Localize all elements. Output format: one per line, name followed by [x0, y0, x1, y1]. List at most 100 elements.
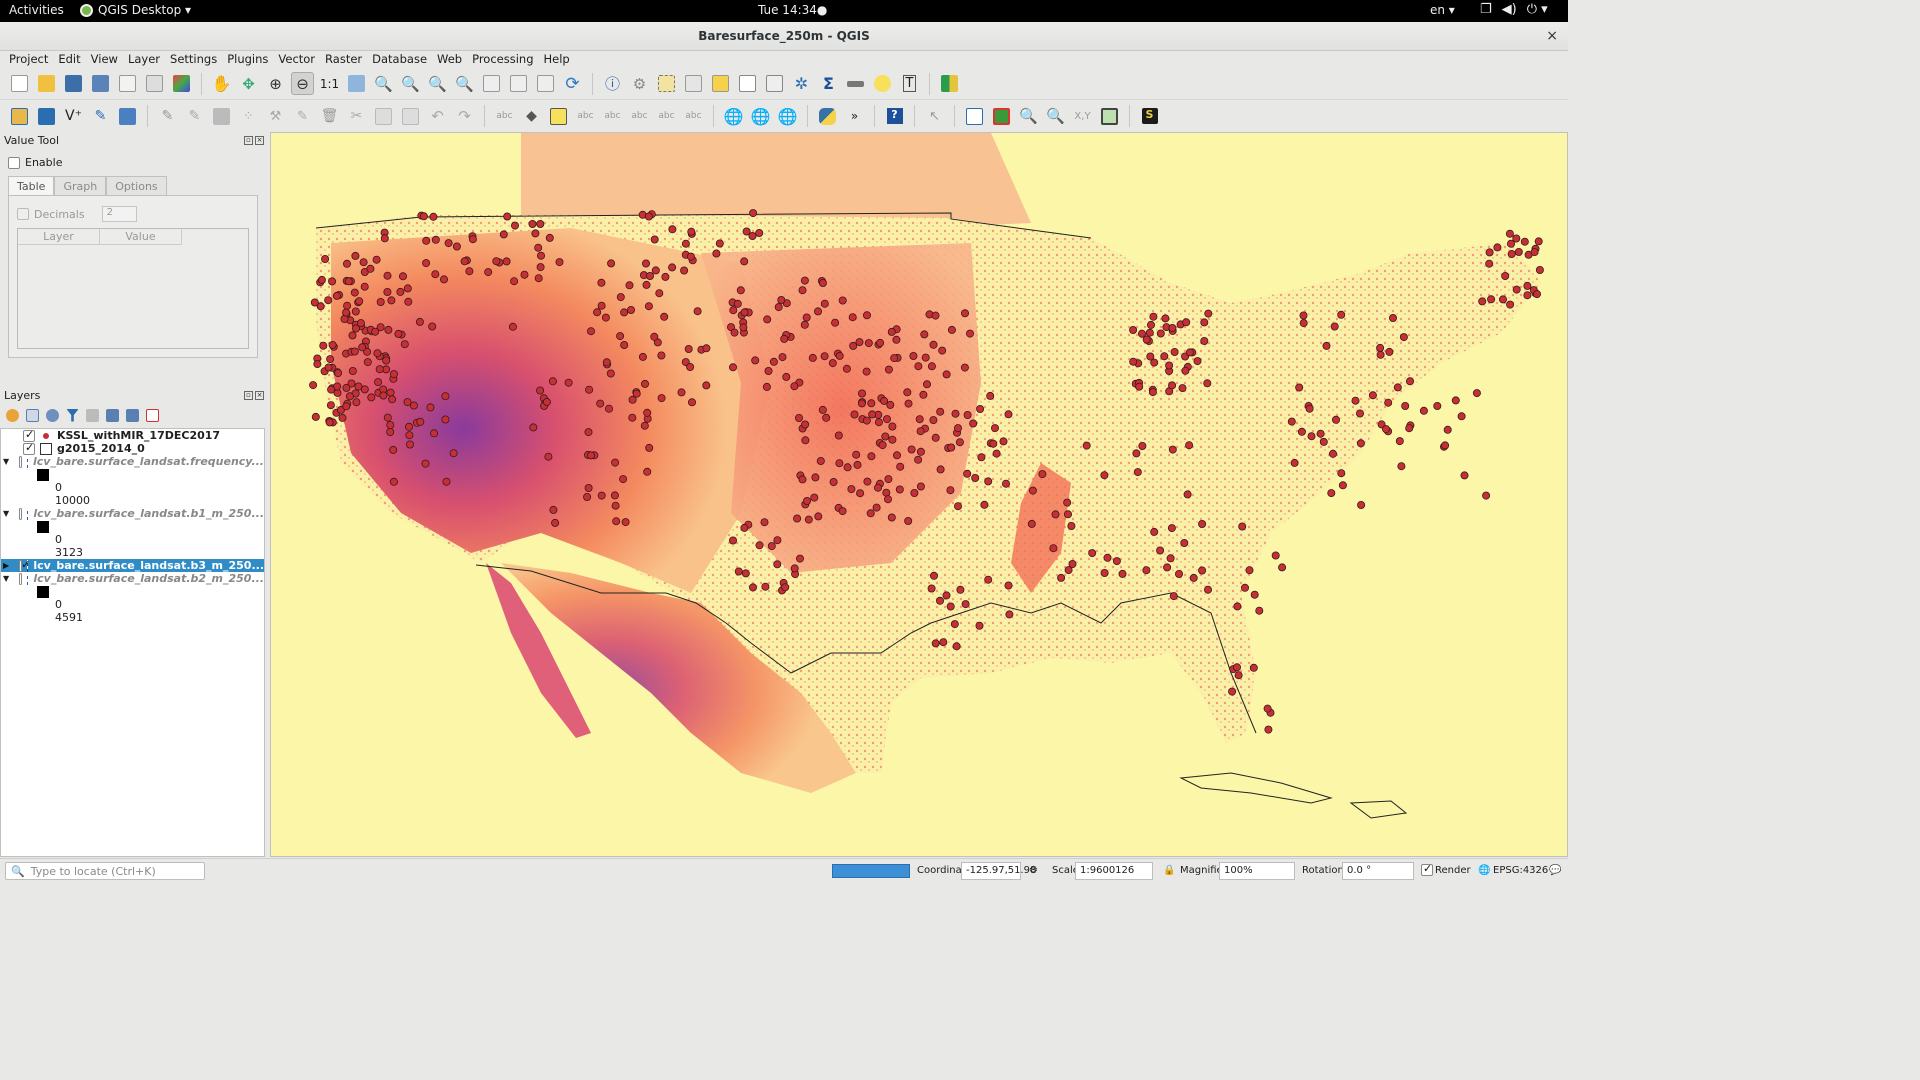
magnifier-spinbox[interactable]: 100%: [1219, 862, 1295, 880]
label-tool-button[interactable]: abc: [493, 105, 516, 128]
menu-layer[interactable]: Layer: [123, 51, 165, 68]
filter-expression-icon[interactable]: [86, 408, 99, 422]
messages-icon[interactable]: 💬: [1549, 865, 1561, 876]
toolbox-button[interactable]: ✲: [790, 72, 813, 95]
add-wcs-button[interactable]: 🌐: [749, 105, 772, 128]
style-manager-button[interactable]: [170, 72, 193, 95]
modify-attributes-button[interactable]: ✎: [291, 105, 314, 128]
attribute-table-button[interactable]: [736, 72, 759, 95]
new-bookmark-button[interactable]: [507, 72, 530, 95]
map-canvas[interactable]: [270, 132, 1568, 857]
save-as-button[interactable]: [89, 72, 112, 95]
rotate-label-button[interactable]: abc: [655, 105, 678, 128]
refresh-button[interactable]: ⟳: [561, 72, 584, 95]
zoom-native-button[interactable]: 1:1: [318, 72, 341, 95]
coordinate-capture-button[interactable]: X,Y: [1071, 105, 1094, 128]
crs-label[interactable]: EPSG:4326: [1493, 865, 1548, 876]
new-shapefile-button[interactable]: V⁺: [62, 105, 85, 128]
layer-visibility-checkbox[interactable]: [19, 455, 22, 468]
text-annotation-button[interactable]: T: [898, 72, 921, 95]
crs-globe-icon[interactable]: 🌐: [1478, 865, 1490, 876]
zoom-tool-button[interactable]: 🔍: [1017, 105, 1040, 128]
add-wms-button[interactable]: 🌐: [722, 105, 745, 128]
new-map-view-button[interactable]: [480, 72, 503, 95]
enable-checkbox-row[interactable]: Enable: [8, 156, 62, 169]
pan-button[interactable]: ✋: [210, 72, 233, 95]
collapse-arrow-icon[interactable]: ▼: [3, 457, 9, 466]
layer-styling-icon[interactable]: [6, 408, 19, 422]
highlight-labels-button[interactable]: [547, 105, 570, 128]
paste-button[interactable]: [399, 105, 422, 128]
run-feature-action-button[interactable]: ⚙: [628, 72, 651, 95]
menu-edit[interactable]: Edit: [53, 51, 85, 68]
pan-to-selection-button[interactable]: ✥: [237, 72, 260, 95]
change-label-button[interactable]: abc: [682, 105, 705, 128]
menu-database[interactable]: Database: [367, 51, 432, 68]
collapse-all-icon[interactable]: [126, 408, 139, 422]
redo-button[interactable]: ↷: [453, 105, 476, 128]
close-dock-icon[interactable]: ×: [255, 390, 264, 400]
tab-graph[interactable]: Graph: [54, 176, 107, 196]
field-calculator-button[interactable]: [763, 72, 786, 95]
menu-raster[interactable]: Raster: [320, 51, 367, 68]
layer-labeling-button[interactable]: ◆: [520, 105, 543, 128]
collapse-arrow-icon[interactable]: ▼: [3, 574, 9, 583]
cut-button[interactable]: ✂: [345, 105, 368, 128]
close-window-button[interactable]: ×: [1546, 22, 1558, 51]
select-by-value-button[interactable]: [682, 72, 705, 95]
move-label-button[interactable]: abc: [628, 105, 651, 128]
more-tools-button[interactable]: »: [843, 105, 866, 128]
extent-button[interactable]: [1098, 105, 1121, 128]
zoom-next-button[interactable]: 🔍: [453, 72, 476, 95]
s-plugin-button[interactable]: S: [1138, 105, 1161, 128]
whats-this-button[interactable]: ↖: [923, 105, 946, 128]
lock-icon[interactable]: 🔒: [1163, 865, 1175, 876]
remove-layer-icon[interactable]: [146, 408, 159, 422]
collapse-arrow-icon[interactable]: ▼: [3, 509, 9, 518]
zoom-tool-2-button[interactable]: 🔍: [1044, 105, 1067, 128]
layer-visibility-checkbox[interactable]: [19, 559, 30, 572]
language-indicator[interactable]: en ▾: [1430, 3, 1455, 17]
layer-visibility-checkbox[interactable]: [19, 572, 23, 585]
tab-table[interactable]: Table: [8, 176, 55, 196]
scale-combo[interactable]: 1:9600126: [1075, 862, 1153, 880]
menu-project[interactable]: Project: [4, 51, 53, 68]
volume-icon[interactable]: ◀): [1502, 2, 1517, 17]
shape-digitize-button[interactable]: [990, 105, 1013, 128]
expand-all-icon[interactable]: [106, 408, 119, 422]
layer-row[interactable]: g2015_2014_0: [1, 442, 264, 455]
coordinate-field[interactable]: -125.97,51.98: [961, 862, 1036, 880]
toggle-editing-button[interactable]: ✎: [183, 105, 206, 128]
new-project-button[interactable]: [8, 72, 31, 95]
python-console-button[interactable]: [816, 105, 839, 128]
layer-row[interactable]: ▼ lcv_bare.surface_landsat.frequency...: [1, 455, 264, 468]
locator-search[interactable]: 🔍 Type to locate (Ctrl+K): [5, 862, 205, 880]
select-features-button[interactable]: [655, 72, 678, 95]
zoom-full-button[interactable]: [345, 72, 368, 95]
close-dock-icon[interactable]: ×: [255, 135, 264, 145]
zoom-in-button[interactable]: ⊕: [264, 72, 287, 95]
system-tray[interactable]: ❐ ◀) ⏻ ▾: [1480, 2, 1548, 17]
statistics-button[interactable]: Σ: [817, 72, 840, 95]
decimals-spinbox[interactable]: 2: [101, 206, 137, 222]
zoom-out-button[interactable]: ⊖: [291, 72, 314, 95]
window-icon[interactable]: ❐: [1480, 2, 1492, 17]
filter-icon[interactable]: [66, 408, 79, 422]
manage-themes-icon[interactable]: [46, 408, 59, 422]
enable-checkbox[interactable]: [8, 156, 20, 169]
save-edits-button[interactable]: [210, 105, 233, 128]
layer-row-selected[interactable]: ▶ lcv_bare.surface_landsat.b3_m_250...: [1, 559, 264, 572]
layer-visibility-checkbox[interactable]: [19, 507, 23, 520]
new-print-layout-button[interactable]: [116, 72, 139, 95]
layer-row[interactable]: ▼ lcv_bare.surface_landsat.b2_m_250...: [1, 572, 264, 585]
menu-help[interactable]: Help: [539, 51, 575, 68]
toggle-extents-icon[interactable]: ⚙: [1029, 865, 1038, 876]
pin-labels-button[interactable]: abc: [574, 105, 597, 128]
float-dock-icon[interactable]: ▫: [244, 135, 253, 145]
delete-selected-button[interactable]: 🗑: [318, 105, 341, 128]
clock[interactable]: Tue 14:34●: [758, 3, 827, 17]
decimals-checkbox[interactable]: [17, 208, 29, 220]
menu-vector[interactable]: Vector: [273, 51, 320, 68]
menu-settings[interactable]: Settings: [165, 51, 222, 68]
georeferencer-button[interactable]: [963, 105, 986, 128]
